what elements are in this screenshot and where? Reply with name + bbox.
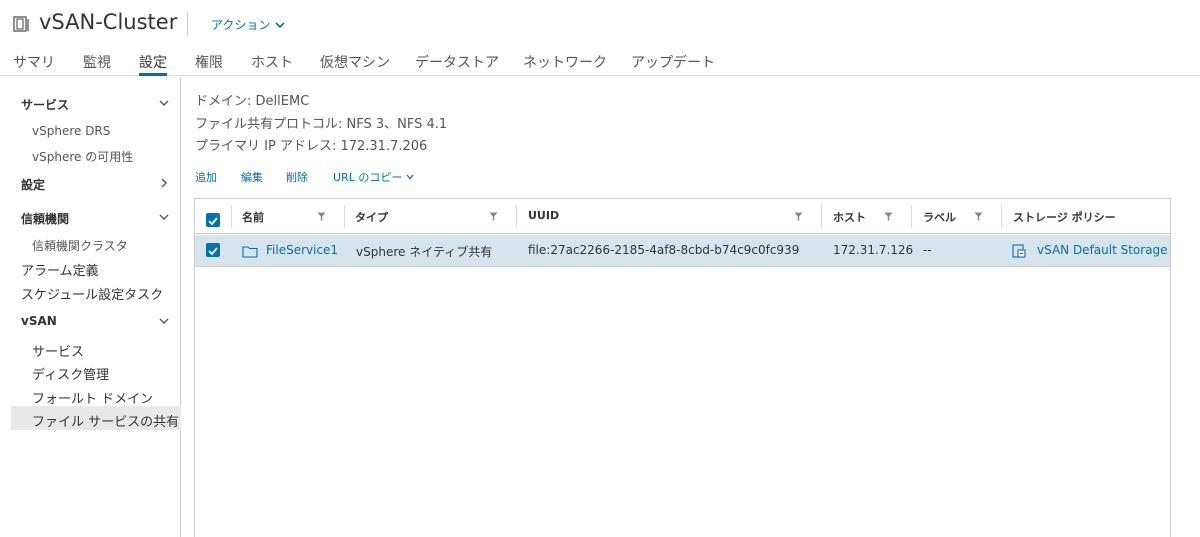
storage-policy-icon	[1012, 244, 1026, 258]
sidebar-section-services[interactable]: サービス	[21, 96, 69, 113]
title-divider	[187, 12, 188, 36]
tab-updates[interactable]: アップデート	[631, 52, 715, 76]
filter-icon[interactable]	[317, 212, 326, 221]
tab-vms[interactable]: 仮想マシン	[320, 52, 390, 76]
chevron-down-icon	[406, 174, 414, 180]
tab-networks[interactable]: ネットワーク	[523, 52, 607, 76]
column-separator	[516, 205, 517, 228]
tab-monitor[interactable]: 監視	[83, 52, 111, 76]
actions-label: アクション	[211, 18, 271, 32]
sidebar-item-file-shares[interactable]: ファイル サービスの共有	[32, 411, 179, 430]
primary-ip-info: プライマリ IP アドレス: 172.31.7.206	[195, 139, 428, 154]
column-header-type[interactable]: タイプ	[355, 209, 388, 225]
tab-configure[interactable]: 設定	[139, 52, 167, 76]
settings-sidebar: サービス vSphere DRS vSphere の可用性 設定 信頼機関 信頼…	[0, 77, 181, 537]
chevron-down-icon[interactable]	[158, 315, 170, 327]
share-type: vSphere ネイティブ共有	[356, 245, 493, 259]
grid-header: 名前 タイプ UUID ホスト ラベル ストレージ ポリシー	[195, 199, 1170, 234]
cluster-icon	[13, 16, 29, 32]
column-separator	[911, 205, 912, 228]
tab-summary[interactable]: サマリ	[13, 52, 55, 76]
sidebar-item-vsphere-drs[interactable]: vSphere DRS	[32, 124, 110, 138]
share-uuid: file:27ac2266-2185-4af8-8cbd-b74c9c0fc93…	[528, 243, 800, 257]
sidebar-section-trust-authority[interactable]: 信頼機関	[21, 210, 69, 227]
checkmark-icon	[208, 217, 218, 226]
share-host: 172.31.7.126	[833, 243, 914, 257]
file-shares-grid: 名前 タイプ UUID ホスト ラベル ストレージ ポリシー FileServi…	[194, 198, 1171, 537]
sidebar-section-settings[interactable]: 設定	[21, 176, 45, 193]
tab-datastores[interactable]: データストア	[415, 52, 499, 76]
column-separator	[344, 205, 345, 228]
filter-icon[interactable]	[974, 212, 983, 221]
sidebar-item-alarm-definitions[interactable]: アラーム定義	[21, 260, 99, 279]
column-header-label[interactable]: ラベル	[923, 209, 956, 225]
checkmark-icon	[208, 247, 218, 256]
sidebar-item-vsphere-ha[interactable]: vSphere の可用性	[32, 148, 133, 165]
share-label: --	[923, 243, 932, 257]
sidebar-item-scheduled-tasks[interactable]: スケジュール設定タスク	[21, 284, 163, 303]
main-tabs: サマリ 監視 設定 権限 ホスト 仮想マシン データストア ネットワーク アップ…	[0, 48, 1200, 76]
filter-icon[interactable]	[884, 212, 893, 221]
domain-info: ドメイン: DellEMC	[195, 94, 310, 109]
column-separator	[1001, 205, 1002, 228]
row-checkbox[interactable]	[206, 243, 220, 257]
tab-permissions[interactable]: 権限	[195, 52, 223, 76]
select-all-checkbox[interactable]	[206, 213, 220, 227]
column-header-uuid[interactable]: UUID	[528, 209, 559, 222]
column-separator	[821, 205, 822, 228]
sidebar-item-disk-management[interactable]: ディスク管理	[32, 364, 109, 383]
page-title: vSAN-Cluster	[39, 10, 178, 34]
filter-icon[interactable]	[489, 212, 498, 221]
sidebar-item-trust-cluster[interactable]: 信頼機関クラスタ	[32, 237, 128, 254]
chevron-down-icon[interactable]	[158, 211, 170, 223]
share-name-link[interactable]: FileService1	[266, 243, 338, 257]
storage-policy-link[interactable]: vSAN Default Storage P	[1037, 243, 1170, 257]
protocol-info: ファイル共有プロトコル: NFS 3、NFS 4.1	[195, 117, 448, 132]
column-header-name[interactable]: 名前	[242, 209, 264, 225]
folder-icon	[242, 246, 258, 258]
actions-menu-button[interactable]: アクション	[211, 16, 285, 33]
column-header-storage-policy[interactable]: ストレージ ポリシー	[1013, 209, 1116, 225]
chevron-down-icon	[275, 21, 285, 28]
chevron-down-icon[interactable]	[158, 97, 170, 109]
tab-hosts[interactable]: ホスト	[251, 52, 293, 76]
sidebar-item-vsan-services[interactable]: サービス	[32, 341, 84, 360]
column-header-host[interactable]: ホスト	[833, 209, 866, 225]
table-row[interactable]: FileService1 vSphere ネイティブ共有 file:27ac22…	[195, 235, 1170, 267]
add-button[interactable]: 追加	[195, 169, 217, 185]
copy-url-label: URL のコピー	[333, 171, 403, 184]
column-separator	[231, 205, 232, 228]
page-header: vSAN-Cluster アクション	[0, 0, 1200, 48]
filter-icon[interactable]	[794, 212, 803, 221]
chevron-right-icon[interactable]	[158, 177, 170, 189]
sidebar-section-vsan[interactable]: vSAN	[21, 314, 57, 328]
copy-url-button[interactable]: URL のコピー	[333, 169, 414, 185]
sidebar-item-fault-domains[interactable]: フォールト ドメイン	[32, 388, 153, 407]
delete-button[interactable]: 削除	[286, 169, 308, 185]
edit-button[interactable]: 編集	[241, 169, 263, 185]
